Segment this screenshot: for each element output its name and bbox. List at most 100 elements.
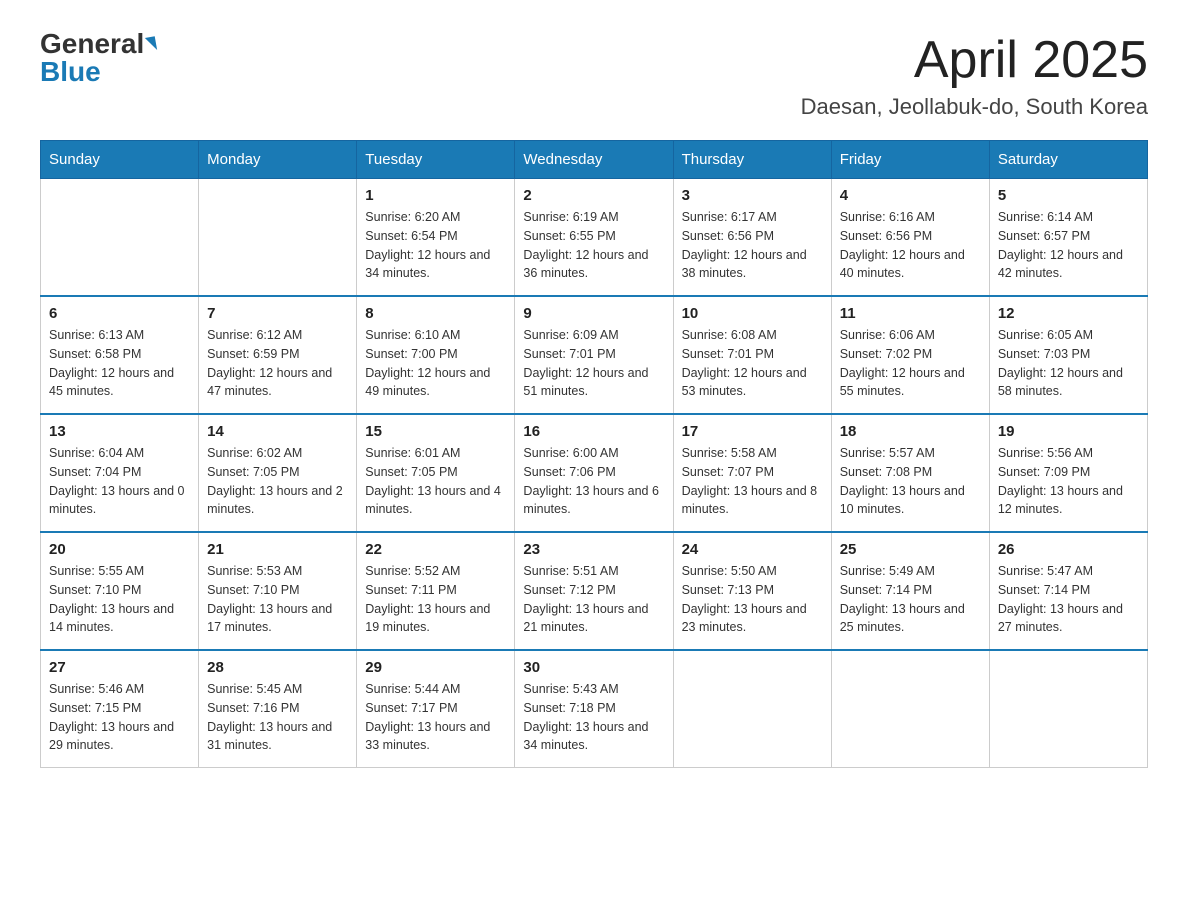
- day-info: Sunrise: 6:01 AMSunset: 7:05 PMDaylight:…: [365, 444, 506, 519]
- day-info: Sunrise: 6:10 AMSunset: 7:00 PMDaylight:…: [365, 326, 506, 401]
- day-info: Sunrise: 5:51 AMSunset: 7:12 PMDaylight:…: [523, 562, 664, 637]
- calendar-cell: [199, 179, 357, 297]
- day-info: Sunrise: 6:13 AMSunset: 6:58 PMDaylight:…: [49, 326, 190, 401]
- calendar-cell: 17 Sunrise: 5:58 AMSunset: 7:07 PMDayligh…: [673, 414, 831, 532]
- day-info: Sunrise: 5:50 AMSunset: 7:13 PMDaylight:…: [682, 562, 823, 637]
- calendar-header-row: SundayMondayTuesdayWednesdayThursdayFrid…: [41, 141, 1148, 179]
- day-number: 18: [840, 423, 981, 440]
- day-info: Sunrise: 5:45 AMSunset: 7:16 PMDaylight:…: [207, 680, 348, 755]
- calendar-cell: 15 Sunrise: 6:01 AMSunset: 7:05 PMDayligh…: [357, 414, 515, 532]
- day-info: Sunrise: 5:53 AMSunset: 7:10 PMDaylight:…: [207, 562, 348, 637]
- day-number: 7: [207, 305, 348, 322]
- calendar-cell: 11 Sunrise: 6:06 AMSunset: 7:02 PMDayligh…: [831, 296, 989, 414]
- day-number: 2: [523, 187, 664, 204]
- day-number: 5: [998, 187, 1139, 204]
- calendar-cell: 22 Sunrise: 5:52 AMSunset: 7:11 PMDayligh…: [357, 532, 515, 650]
- calendar-cell: 30Sunrise: 5:43 AMSunset: 7:18 PMDayligh…: [515, 650, 673, 768]
- calendar-week-3: 13Sunrise: 6:04 AMSunset: 7:04 PMDayligh…: [41, 414, 1148, 532]
- calendar-cell: 5 Sunrise: 6:14 AMSunset: 6:57 PMDaylight…: [989, 179, 1147, 297]
- day-number: 27: [49, 659, 190, 676]
- calendar-location: Daesan, Jeollabuk-do, South Korea: [801, 94, 1148, 120]
- day-number: 6: [49, 305, 190, 322]
- day-number: 17: [682, 423, 823, 440]
- day-number: 12: [998, 305, 1139, 322]
- calendar-cell: [831, 650, 989, 768]
- day-number: 11: [840, 305, 981, 322]
- calendar-cell: 20 Sunrise: 5:55 AMSunset: 7:10 PMDayligh…: [41, 532, 199, 650]
- day-info: Sunrise: 6:17 AMSunset: 6:56 PMDaylight:…: [682, 208, 823, 283]
- day-number: 24: [682, 541, 823, 558]
- day-number: 4: [840, 187, 981, 204]
- calendar-week-5: 27 Sunrise: 5:46 AMSunset: 7:15 PMDayligh…: [41, 650, 1148, 768]
- day-info: Sunrise: 6:06 AMSunset: 7:02 PMDaylight:…: [840, 326, 981, 401]
- day-info: Sunrise: 6:20 AMSunset: 6:54 PMDaylight:…: [365, 208, 506, 283]
- day-number: 10: [682, 305, 823, 322]
- calendar-cell: [41, 179, 199, 297]
- day-number: 16: [523, 423, 664, 440]
- logo: General Blue: [40, 30, 156, 86]
- day-info: Sunrise: 6:19 AMSunset: 6:55 PMDaylight:…: [523, 208, 664, 283]
- day-number: 8: [365, 305, 506, 322]
- weekday-header-monday: Monday: [199, 141, 357, 179]
- calendar-cell: 27 Sunrise: 5:46 AMSunset: 7:15 PMDayligh…: [41, 650, 199, 768]
- day-info: Sunrise: 5:52 AMSunset: 7:11 PMDaylight:…: [365, 562, 506, 637]
- logo-icon: General: [40, 30, 156, 58]
- day-info: Sunrise: 5:43 AMSunset: 7:18 PMDaylight:…: [523, 680, 664, 755]
- calendar-cell: 6 Sunrise: 6:13 AMSunset: 6:58 PMDaylight…: [41, 296, 199, 414]
- calendar-week-1: 1 Sunrise: 6:20 AMSunset: 6:54 PMDaylight…: [41, 179, 1148, 297]
- day-info: Sunrise: 5:56 AMSunset: 7:09 PMDaylight:…: [998, 444, 1139, 519]
- day-number: 20: [49, 541, 190, 558]
- day-info: Sunrise: 6:02 AMSunset: 7:05 PMDaylight:…: [207, 444, 348, 519]
- day-number: 19: [998, 423, 1139, 440]
- day-info: Sunrise: 6:05 AMSunset: 7:03 PMDaylight:…: [998, 326, 1139, 401]
- day-number: 3: [682, 187, 823, 204]
- day-number: 26: [998, 541, 1139, 558]
- day-info: Sunrise: 5:58 AMSunset: 7:07 PMDaylight:…: [682, 444, 823, 519]
- calendar-cell: 23 Sunrise: 5:51 AMSunset: 7:12 PMDayligh…: [515, 532, 673, 650]
- day-number: 29: [365, 659, 506, 676]
- calendar-cell: [673, 650, 831, 768]
- calendar-cell: 29 Sunrise: 5:44 AMSunset: 7:17 PMDayligh…: [357, 650, 515, 768]
- day-number: 13: [49, 423, 190, 440]
- day-number: 25: [840, 541, 981, 558]
- day-info: Sunrise: 6:08 AMSunset: 7:01 PMDaylight:…: [682, 326, 823, 401]
- day-number: 14: [207, 423, 348, 440]
- calendar-cell: 13Sunrise: 6:04 AMSunset: 7:04 PMDayligh…: [41, 414, 199, 532]
- logo-triangle-icon: [145, 36, 157, 52]
- weekday-header-friday: Friday: [831, 141, 989, 179]
- logo-general-text: General: [40, 30, 144, 58]
- day-number: 9: [523, 305, 664, 322]
- calendar-cell: 9 Sunrise: 6:09 AMSunset: 7:01 PMDaylight…: [515, 296, 673, 414]
- calendar-cell: 4 Sunrise: 6:16 AMSunset: 6:56 PMDaylight…: [831, 179, 989, 297]
- day-number: 23: [523, 541, 664, 558]
- calendar-cell: 16 Sunrise: 6:00 AMSunset: 7:06 PMDayligh…: [515, 414, 673, 532]
- day-info: Sunrise: 6:09 AMSunset: 7:01 PMDaylight:…: [523, 326, 664, 401]
- weekday-header-wednesday: Wednesday: [515, 141, 673, 179]
- day-info: Sunrise: 5:46 AMSunset: 7:15 PMDaylight:…: [49, 680, 190, 755]
- calendar-cell: 2 Sunrise: 6:19 AMSunset: 6:55 PMDaylight…: [515, 179, 673, 297]
- calendar-cell: 12 Sunrise: 6:05 AMSunset: 7:03 PMDayligh…: [989, 296, 1147, 414]
- day-number: 21: [207, 541, 348, 558]
- title-block: April 2025 Daesan, Jeollabuk-do, South K…: [801, 30, 1148, 120]
- day-info: Sunrise: 5:47 AMSunset: 7:14 PMDaylight:…: [998, 562, 1139, 637]
- day-info: Sunrise: 5:57 AMSunset: 7:08 PMDaylight:…: [840, 444, 981, 519]
- day-number: 22: [365, 541, 506, 558]
- day-info: Sunrise: 5:55 AMSunset: 7:10 PMDaylight:…: [49, 562, 190, 637]
- calendar-cell: 14 Sunrise: 6:02 AMSunset: 7:05 PMDayligh…: [199, 414, 357, 532]
- day-info: Sunrise: 6:00 AMSunset: 7:06 PMDaylight:…: [523, 444, 664, 519]
- calendar-cell: [989, 650, 1147, 768]
- day-info: Sunrise: 5:44 AMSunset: 7:17 PMDaylight:…: [365, 680, 506, 755]
- day-number: 15: [365, 423, 506, 440]
- day-number: 1: [365, 187, 506, 204]
- calendar-cell: 8 Sunrise: 6:10 AMSunset: 7:00 PMDaylight…: [357, 296, 515, 414]
- calendar-title: April 2025: [801, 30, 1148, 90]
- calendar-cell: 10 Sunrise: 6:08 AMSunset: 7:01 PMDayligh…: [673, 296, 831, 414]
- day-info: Sunrise: 5:49 AMSunset: 7:14 PMDaylight:…: [840, 562, 981, 637]
- calendar-cell: 26 Sunrise: 5:47 AMSunset: 7:14 PMDayligh…: [989, 532, 1147, 650]
- calendar-cell: 25 Sunrise: 5:49 AMSunset: 7:14 PMDayligh…: [831, 532, 989, 650]
- calendar-cell: 28 Sunrise: 5:45 AMSunset: 7:16 PMDayligh…: [199, 650, 357, 768]
- day-info: Sunrise: 6:16 AMSunset: 6:56 PMDaylight:…: [840, 208, 981, 283]
- calendar-cell: 18 Sunrise: 5:57 AMSunset: 7:08 PMDayligh…: [831, 414, 989, 532]
- day-number: 28: [207, 659, 348, 676]
- day-info: Sunrise: 6:14 AMSunset: 6:57 PMDaylight:…: [998, 208, 1139, 283]
